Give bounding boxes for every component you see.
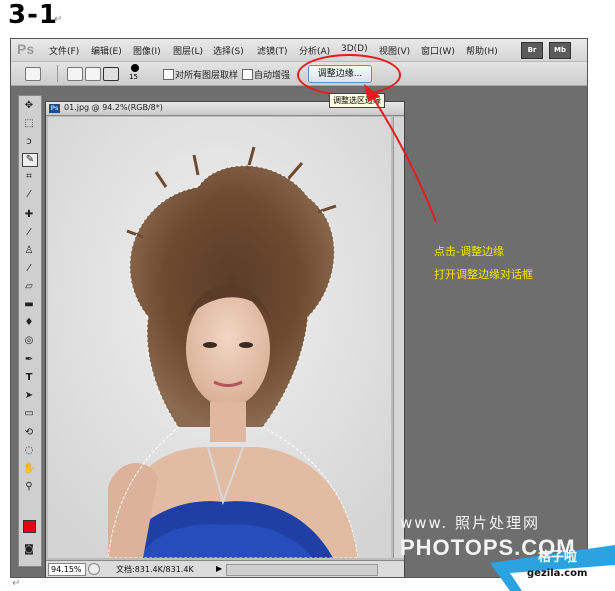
brush-tool-icon[interactable]: ⁄ — [22, 227, 36, 239]
eraser-tool-icon[interactable]: ▱ — [22, 281, 36, 293]
3d-orbit-tool-icon[interactable]: ◌ — [22, 445, 36, 457]
vertical-scrollbar[interactable] — [393, 117, 404, 558]
zoom-tool-icon[interactable]: ⚲ — [22, 481, 36, 493]
auto-enhance-checkbox[interactable] — [242, 69, 253, 80]
ps-logo: Ps — [17, 41, 35, 57]
logo-url: gezila.com — [527, 568, 588, 579]
ps-document-icon: Ps — [49, 104, 60, 113]
document-size: 文档:831.4K/831.4K — [116, 565, 194, 574]
foreground-color-swatch[interactable] — [23, 520, 36, 533]
options-bar: 15 对所有图层取样 自动增强 调整边缘... — [11, 54, 587, 96]
menu-window[interactable]: 窗口(W) — [421, 44, 455, 57]
brush-tip-icon[interactable] — [131, 64, 139, 72]
clone-stamp-tool-icon[interactable]: ♙ — [22, 245, 36, 257]
annotation-line-2: 打开调整边缘对话框 — [434, 268, 533, 281]
annotation-line-1: 点击-调整边缘 — [434, 245, 504, 258]
document-window: Ps 01.jpg @ 94.2%(RGB/8*) 94.15% 文档:831.… — [45, 101, 405, 577]
menu-filter[interactable]: 滤镜(T) — [257, 44, 288, 57]
menu-layer[interactable]: 图层(L) — [173, 44, 203, 57]
portrait-photo — [48, 117, 391, 558]
marquee-tool-icon[interactable]: ⬚ — [22, 118, 36, 130]
add-to-selection-icon[interactable] — [85, 67, 101, 81]
eyedropper-tool-icon[interactable]: ⁄ — [22, 189, 36, 201]
separator — [57, 65, 58, 82]
path-selection-tool-icon[interactable]: ➤ — [22, 390, 36, 402]
menu-bar: Ps 文件(F) 编辑(E) 图像(I) 图层(L) 选择(S) 滤镜(T) 分… — [11, 39, 587, 62]
quick-selection-tool-icon[interactable]: ✎ — [22, 153, 38, 167]
auto-enhance-label: 自动增强 — [254, 71, 291, 81]
refine-edge-tooltip: 调整选区边缘 — [329, 93, 385, 108]
document-status-bar: 94.15% 文档:831.4K/831.4K ▶ — [46, 560, 404, 577]
hand-tool-icon[interactable]: ✋ — [22, 463, 36, 475]
new-selection-icon[interactable] — [67, 67, 83, 81]
highlight-circle — [297, 54, 401, 96]
3d-rotate-tool-icon[interactable]: ⟲ — [22, 427, 36, 439]
horizontal-scrollbar[interactable] — [226, 564, 378, 576]
dodge-tool-icon[interactable]: ◎ — [22, 335, 36, 347]
paragraph-mark: ↵ — [54, 14, 63, 25]
sample-all-layers-checkbox[interactable] — [163, 69, 174, 80]
paragraph-mark-bottom: ↵ — [12, 578, 21, 589]
healing-brush-tool-icon[interactable]: ✚ — [22, 209, 36, 221]
menu-select[interactable]: 选择(S) — [213, 44, 244, 57]
history-brush-tool-icon[interactable]: ⁄ — [22, 263, 36, 275]
logo-name: 格子啦 — [538, 550, 578, 565]
menu-help[interactable]: 帮助(H) — [466, 44, 498, 57]
bridge-button[interactable]: Br — [521, 42, 543, 59]
lasso-tool-icon[interactable]: ↄ — [22, 136, 36, 148]
brush-size: 15 — [129, 73, 138, 81]
photoshop-window: Ps 文件(F) 编辑(E) 图像(I) 图层(L) 选择(S) 滤镜(T) 分… — [10, 38, 588, 578]
sample-all-layers-label: 对所有图层取样 — [175, 71, 239, 81]
shape-tool-icon[interactable]: ▭ — [22, 408, 36, 420]
type-tool-icon[interactable]: T — [22, 372, 36, 384]
move-tool-icon[interactable]: ✥ — [22, 100, 36, 112]
minibridge-button[interactable]: Mb — [549, 42, 571, 59]
quick-selection-preset-icon[interactable] — [25, 67, 41, 81]
blur-tool-icon[interactable]: ♦ — [22, 317, 36, 329]
quick-mask-icon[interactable]: ◙ — [22, 544, 36, 556]
menu-3d[interactable]: 3D(D) — [341, 44, 368, 54]
document-title: 01.jpg @ 94.2%(RGB/8*) — [64, 103, 163, 112]
watermark-text: www. 照片处理网 — [400, 514, 540, 532]
zoom-level-field[interactable]: 94.15% — [48, 563, 86, 576]
pen-tool-icon[interactable]: ✒ — [22, 354, 36, 366]
menu-edit[interactable]: 编辑(E) — [91, 44, 122, 57]
menu-file[interactable]: 文件(F) — [49, 44, 79, 57]
menu-image[interactable]: 图像(I) — [133, 44, 161, 57]
toolbox: ✥ ⬚ ↄ ✎ ⌗ ⁄ ✚ ⁄ ♙ ⁄ ▱ ▬ ♦ ◎ ✒ T ➤ ▭ ⟲ ◌ … — [18, 95, 42, 567]
page-heading: 3-1 — [8, 0, 58, 30]
crop-tool-icon[interactable]: ⌗ — [22, 171, 36, 183]
gradient-tool-icon[interactable]: ▬ — [22, 299, 36, 311]
menu-analysis[interactable]: 分析(A) — [299, 44, 330, 57]
subtract-from-selection-icon[interactable] — [103, 67, 119, 81]
status-menu-arrow-icon[interactable]: ▶ — [216, 564, 222, 573]
menu-view[interactable]: 视图(V) — [379, 44, 410, 57]
image-canvas[interactable] — [48, 117, 391, 558]
status-info-icon[interactable] — [88, 563, 100, 575]
